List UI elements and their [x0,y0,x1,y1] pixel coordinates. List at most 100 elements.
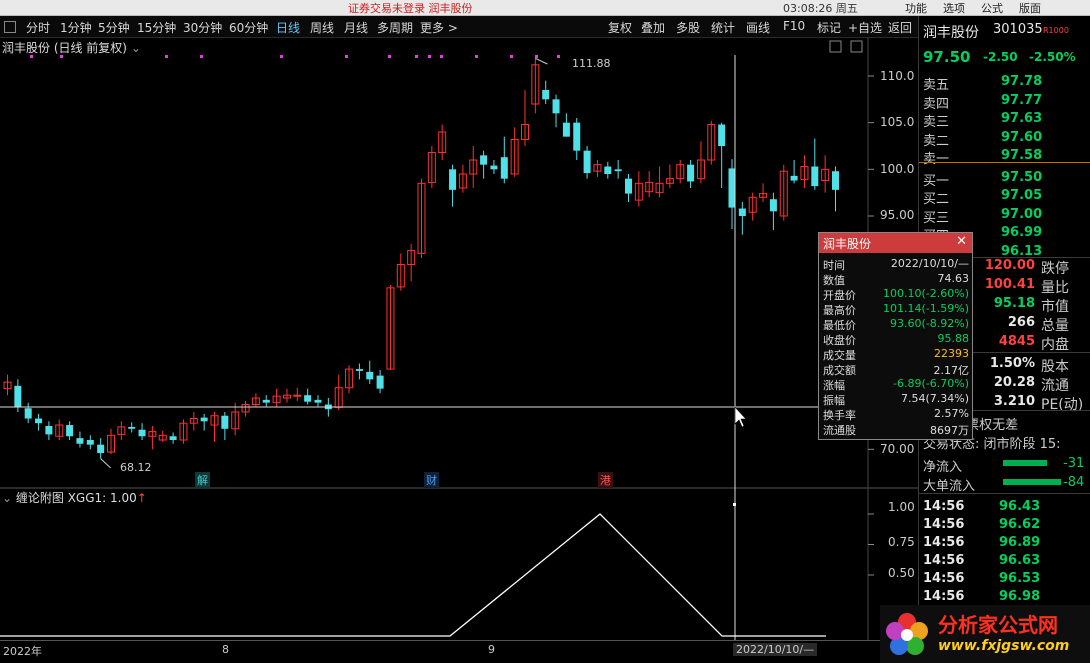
stat-value: 1.50% [989,356,1035,371]
stock-tag: R1000 [1043,26,1069,35]
book-divider [919,162,1090,163]
candle-body [262,399,270,403]
menu-function[interactable]: 功能 [905,0,927,16]
candle-body [138,429,146,437]
tooltip-row: 最低价 93.60(-8.92%) [823,317,971,332]
stat-label: 市值 [1041,299,1069,315]
tooltip-label: 涨幅 [823,379,845,392]
window-toggle-icon [829,40,842,53]
tooltip-value: 2.17亿 [933,364,970,377]
candle-body [542,89,550,100]
tick-price: 96.98 [999,589,1041,604]
stat-label: 量比 [1041,280,1069,296]
tick-row: 14:56 96.89 [921,535,1089,553]
candle-body [24,408,32,419]
book-level-price: 97.58 [1001,148,1043,163]
tick-price: 96.62 [999,517,1041,532]
date-label: 2022年 [3,645,42,658]
stat-value: 4845 [998,334,1035,349]
event-dot [60,55,63,58]
candle-body [718,124,726,146]
tooltip-label: 成交量 [823,349,856,362]
event-dot [165,55,168,58]
order-book-row[interactable]: 买二 97.05 [921,188,1089,207]
tick-price: 96.53 [999,571,1041,586]
menu-formula[interactable]: 公式 [981,0,1003,16]
window-expand-icon [850,40,863,53]
high-annotation-line [535,57,548,65]
tooltip-row: 涨幅 -6.89(-6.70%) [823,377,971,392]
event-dot [30,55,33,58]
book-level-label: 卖三 [923,115,950,130]
candle-body [687,164,695,182]
candle-body [45,425,53,435]
tooltip-label: 换手率 [823,409,856,422]
tooltip-label: 流通股 [823,424,856,437]
candle-body [14,385,22,408]
book-level-label: 卖五 [923,78,950,93]
last-price: 97.50 [923,48,971,66]
order-book-row[interactable]: 买三 97.00 [921,207,1089,226]
tick-time: 14:56 [923,499,965,514]
order-book-row[interactable]: 卖四 97.77 [921,93,1089,112]
marker-hk[interactable]: 港 [598,472,613,488]
book-level-price: 97.05 [1001,188,1043,203]
tooltip-value: 2.57% [934,407,969,420]
candle-body [604,166,612,174]
tooltip-row: 流通股 8697万 [823,422,971,437]
tooltip-row: 收盘价 95.88 [823,332,971,347]
event-dot [428,55,431,58]
tooltip-title: 润丰股份 [823,237,872,251]
tooltip-row: 换手率 2.57% [823,407,971,422]
event-dot [557,55,560,58]
candle-body [200,417,208,422]
candle-body [614,169,622,172]
order-book-row[interactable]: 卖一 97.58 [921,148,1089,167]
tooltip-row: 数值 74.63 [823,272,971,287]
candle-body [304,395,312,402]
tooltip-value: 101.14(-1.59%) [883,302,969,315]
event-dot [280,55,283,58]
candle-body [86,439,94,445]
mouse-cursor-icon [734,406,747,428]
big-inflow-value: -84 [1063,475,1085,490]
candle-body [811,166,819,187]
marker-finance[interactable]: 财 [424,472,439,488]
price-change: -2.50 [983,50,1018,64]
tick-price: 96.43 [999,499,1041,514]
up-arrow-icon: ↑ [136,491,147,505]
candle-body [552,99,560,114]
candle-body [128,426,136,429]
tooltip-value: 74.63 [937,272,970,285]
tick-time: 14:56 [923,535,965,550]
menu-options[interactable]: 选项 [943,0,965,16]
stat-value: 266 [1007,315,1035,330]
collapse-icon[interactable]: ⌄ [2,491,12,505]
date-label: 9 [488,643,495,656]
price-change-pct: -2.50% [1029,50,1076,64]
order-book-row[interactable]: 买一 97.50 [921,170,1089,189]
tooltip-row: 开盘价 100.10(-2.60%) [823,287,971,302]
low-annotation-line [100,458,111,469]
net-inflow-value: -31 [1063,456,1085,471]
order-book-row[interactable]: 卖三 97.63 [921,111,1089,130]
close-icon[interactable]: ✕ [956,234,967,249]
stat-value: 100.41 [984,277,1035,292]
tooltip-row: 成交量 22393 [823,347,971,362]
candle-body [66,425,74,437]
book-level-label: 买一 [923,173,950,189]
candle-body [293,394,302,397]
event-dot [475,55,478,58]
stat-label: 总量 [1041,318,1069,334]
menu-layout[interactable]: 版面 [1019,0,1041,16]
data-tooltip-window: 润丰股份 ✕ 时间 2022/10/10/— 数值 74.63 开盘价 100.10(-2… [818,232,973,440]
stock-name: 润丰股份 [923,25,979,41]
tooltip-label: 最低价 [823,319,856,332]
stock-code: 301035 [993,22,1043,37]
order-book-row[interactable]: 卖二 97.60 [921,130,1089,149]
candle-body [366,371,374,380]
candle-body [97,444,105,454]
order-book-row[interactable]: 卖五 97.78 [921,74,1089,93]
event-dot [535,55,538,58]
marker-unlock[interactable]: 解 [195,472,210,488]
